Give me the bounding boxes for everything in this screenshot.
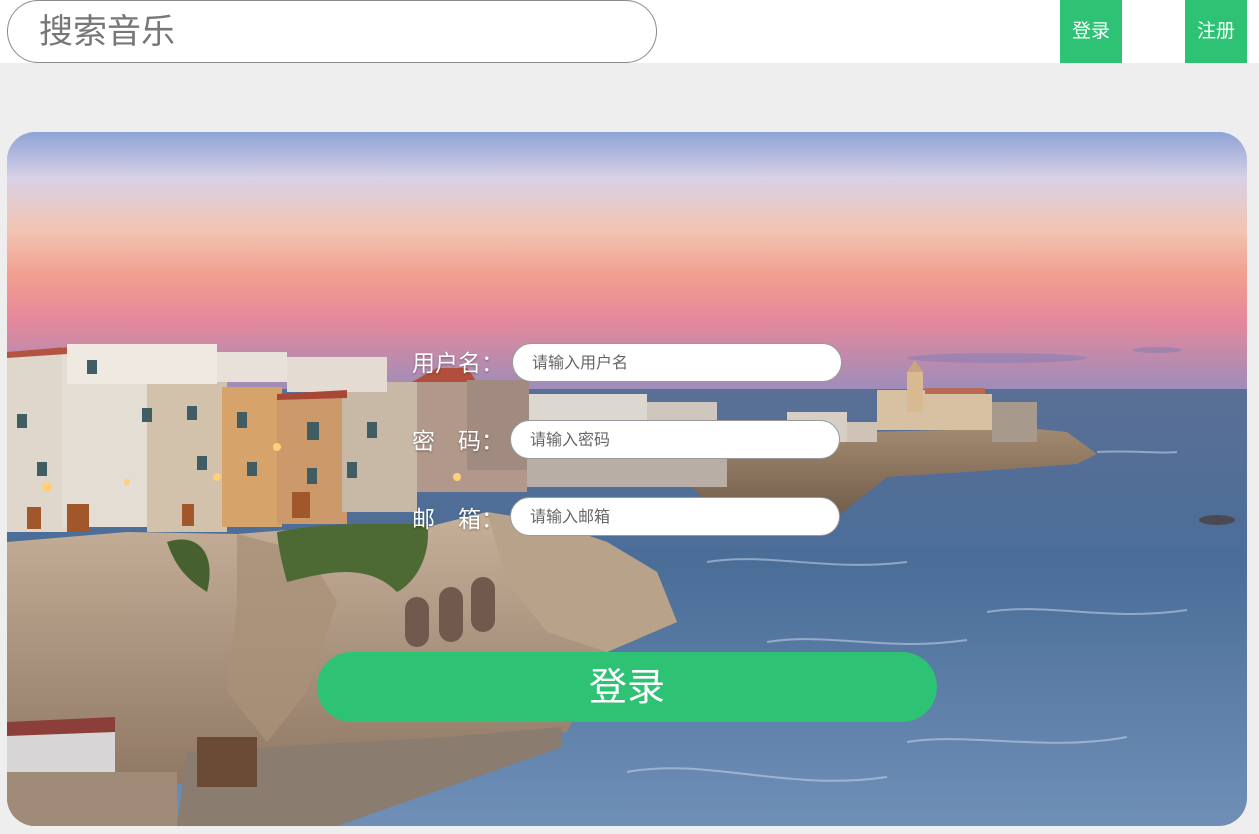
password-label: 密 码： — [412, 429, 504, 455]
login-hero-panel: 用户名： 密 码： 邮 箱： 登录 — [7, 132, 1247, 826]
header-register-button[interactable]: 注册 — [1185, 0, 1247, 63]
header-login-button[interactable]: 登录 — [1060, 0, 1122, 63]
password-input[interactable] — [510, 420, 840, 459]
search-input[interactable] — [7, 0, 657, 63]
username-input[interactable] — [512, 343, 842, 382]
email-label: 邮 箱： — [412, 507, 504, 533]
login-submit-button[interactable]: 登录 — [317, 652, 937, 722]
username-label: 用户名： — [412, 351, 504, 377]
email-input[interactable] — [510, 497, 840, 536]
top-bar: 登录 注册 — [0, 0, 1259, 63]
